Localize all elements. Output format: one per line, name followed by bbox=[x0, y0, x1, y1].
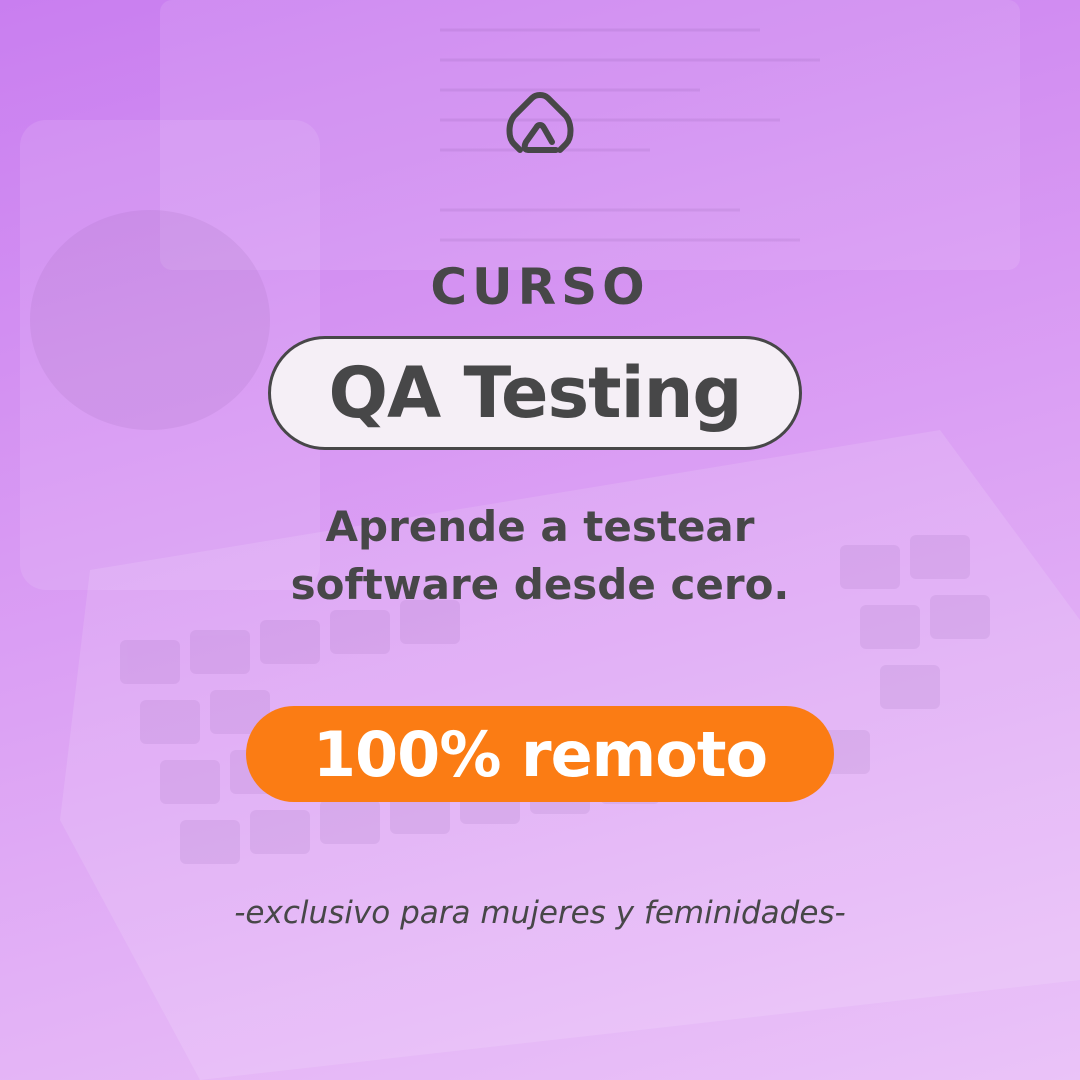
remote-badge: 100% remoto bbox=[246, 706, 834, 802]
remote-badge-label: 100% remoto bbox=[312, 717, 768, 791]
course-kicker: CURSO bbox=[430, 258, 650, 316]
description-line-1: Aprende a testear bbox=[325, 502, 755, 551]
course-title: QA Testing bbox=[328, 352, 742, 434]
audience-note: -exclusivo para mujeres y feminidades- bbox=[234, 895, 846, 931]
course-description: Aprende a testear software desde cero. bbox=[0, 498, 1080, 614]
brand-logo-icon bbox=[506, 92, 574, 153]
course-poster: CURSO QA Testing Aprende a testear softw… bbox=[0, 0, 1080, 1080]
description-line-2: software desde cero. bbox=[290, 560, 790, 609]
course-title-pill: QA Testing bbox=[268, 336, 802, 450]
